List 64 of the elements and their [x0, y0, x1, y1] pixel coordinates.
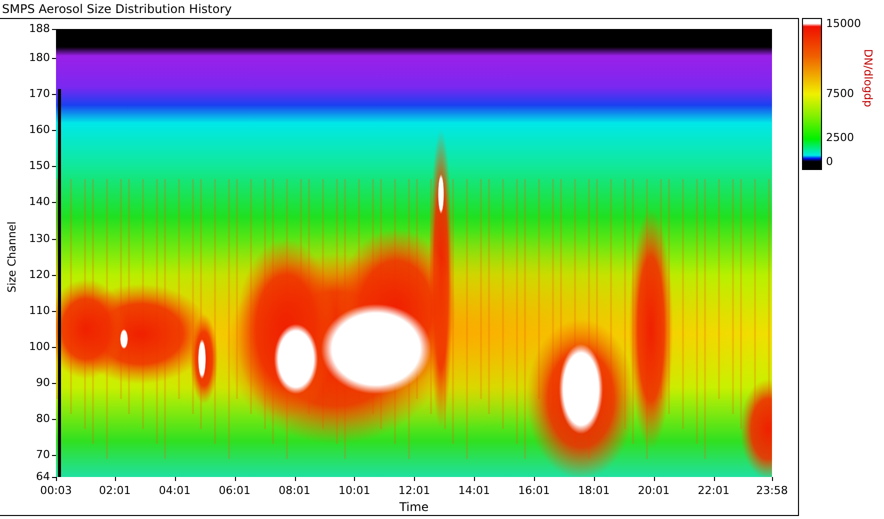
tick-mark — [52, 94, 56, 96]
tick-mark — [52, 58, 56, 59]
tick-mark — [114, 477, 116, 481]
y-axis-label: Size Channel — [6, 221, 18, 293]
tick-mark — [654, 477, 655, 481]
tick-mark — [234, 477, 236, 481]
tick-mark — [714, 477, 715, 481]
y-tick-label: 188 — [29, 23, 50, 35]
x-axis-label: Time — [398, 500, 430, 514]
tick-mark — [52, 238, 56, 240]
x-tick-label: 10:01 — [338, 485, 370, 497]
tick-mark — [52, 419, 56, 420]
y-tick-label: 80 — [36, 413, 50, 426]
tick-mark — [594, 477, 595, 481]
color-scale-label: DN/dlogdp — [862, 48, 874, 108]
tick-mark — [52, 346, 56, 348]
color-scale-tick-label: 2500 — [826, 132, 854, 144]
x-tick-label: 12:01 — [398, 485, 430, 497]
tick-mark — [52, 130, 56, 132]
y-tick-label: 180 — [29, 52, 50, 64]
y-tick-label: 100 — [29, 340, 50, 353]
y-tick-label: 140 — [29, 196, 50, 208]
tick-mark — [52, 202, 56, 204]
y-tick-label: 64 — [36, 471, 50, 483]
tick-mark — [294, 477, 296, 481]
x-tick-label: 02:01 — [99, 485, 131, 497]
x-tick-label: 20:01 — [638, 485, 670, 497]
y-tick-label: 120 — [29, 268, 50, 281]
tick-mark — [354, 477, 356, 481]
x-tick-label: 23:58 — [756, 485, 788, 497]
window-title: SMPS Aerosol Size Distribution History — [2, 2, 232, 16]
y-tick-label: 70 — [36, 449, 50, 462]
saturated-spot — [120, 329, 128, 349]
x-tick-label: 00:03 — [40, 485, 72, 497]
y-tick-label: 110 — [29, 304, 50, 317]
color-scale-tick-label: 0 — [826, 156, 833, 168]
color-scale-tick-label: 15000 — [826, 18, 861, 30]
y-tick-label: 160 — [29, 124, 50, 136]
color-scale-tick-label: 7500 — [826, 88, 854, 100]
y-tick-label: 130 — [29, 232, 50, 245]
x-tick-label: 22:01 — [698, 485, 730, 497]
tick-mark — [52, 29, 56, 30]
saturated-spot — [274, 324, 318, 394]
x-tick-label: 08:01 — [278, 485, 310, 497]
y-tick-label: 90 — [36, 377, 50, 390]
x-tick-label: 04:01 — [158, 485, 191, 497]
y-tick-label: 170 — [29, 88, 50, 100]
tick-mark — [474, 477, 476, 481]
x-tick-label: 06:01 — [218, 485, 250, 497]
saturated-spot — [438, 174, 444, 214]
y-tick-label: 150 — [29, 160, 50, 172]
x-tick-label: 14:01 — [458, 485, 490, 497]
tick-mark — [534, 477, 535, 481]
tick-mark — [772, 477, 773, 481]
tick-mark — [52, 166, 56, 168]
saturated-spot — [198, 339, 206, 379]
x-tick-label: 16:01 — [518, 485, 550, 497]
tick-mark — [174, 477, 176, 481]
tick-mark — [414, 477, 416, 481]
tick-mark — [52, 383, 56, 384]
tick-mark — [52, 310, 56, 312]
tick-mark — [52, 274, 56, 276]
x-tick-label: 18:01 — [578, 485, 610, 497]
tick-mark — [52, 455, 56, 456]
